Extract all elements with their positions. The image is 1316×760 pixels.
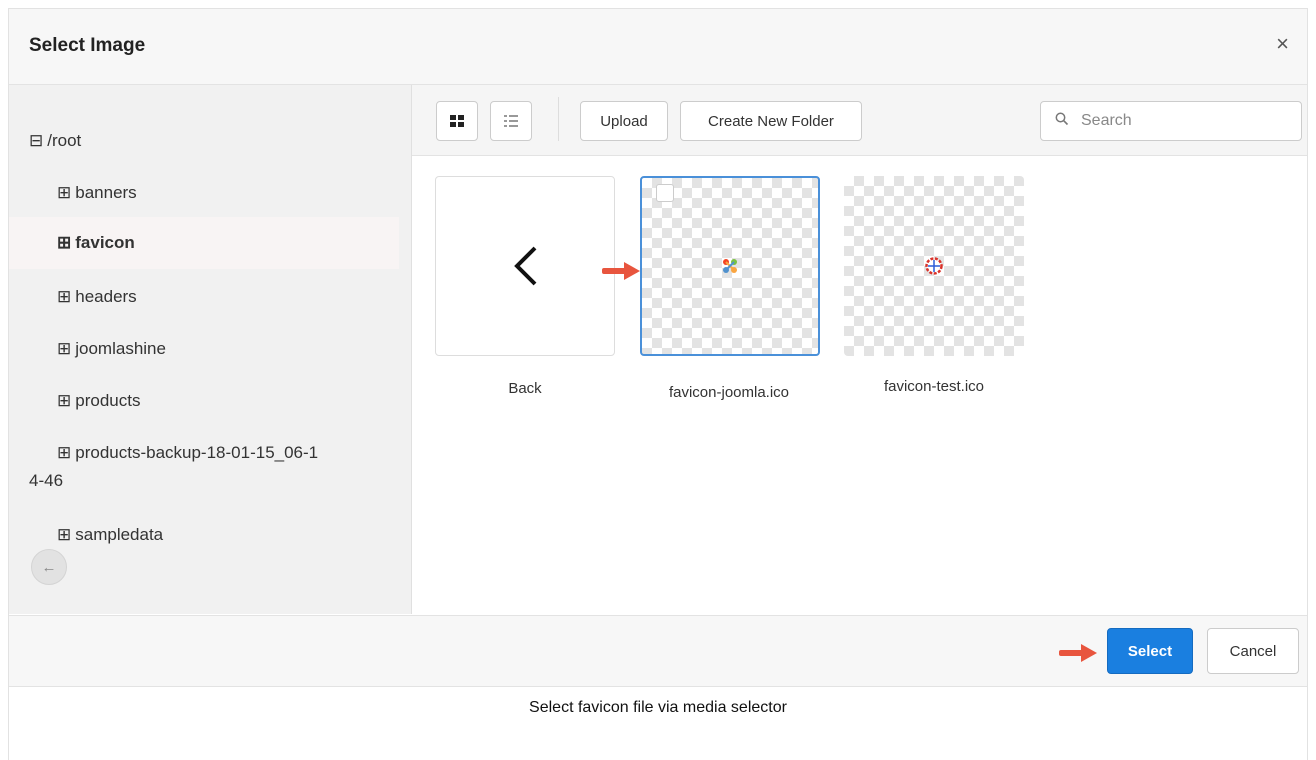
back-tile[interactable] xyxy=(435,176,615,356)
tree-folder-label: sampledata xyxy=(75,525,164,544)
select-button[interactable]: Select xyxy=(1107,628,1193,674)
file-grid: Back favicon-joomla.ico favicon-test.ico xyxy=(412,156,1307,614)
annotation-arrow-icon xyxy=(1059,644,1097,662)
tree-root[interactable]: ⊟ /root xyxy=(29,131,81,151)
file-tile-favicon-joomla[interactable] xyxy=(640,176,820,356)
create-folder-button[interactable]: Create New Folder xyxy=(680,101,862,141)
tree-folder-label: banners xyxy=(75,183,137,202)
test-favicon-thumbnail xyxy=(925,257,943,275)
tree-folder-headers[interactable]: ⊞ headers xyxy=(57,287,137,307)
search-icon xyxy=(1055,112,1069,130)
list-view-icon xyxy=(504,115,518,127)
joomla-favicon-thumbnail xyxy=(723,259,737,273)
expand-icon: ⊞ xyxy=(57,339,72,358)
tree-back-button[interactable]: ← xyxy=(31,549,67,585)
chevron-left-icon xyxy=(514,246,537,286)
tree-folder-sampledata[interactable]: ⊞ sampledata xyxy=(57,525,163,545)
arrow-left-icon: ← xyxy=(41,558,57,576)
tree-folder-label: favicon xyxy=(75,233,135,252)
grid-view-icon xyxy=(450,115,464,127)
file-name: favicon-joomla.ico xyxy=(668,384,790,401)
annotation-arrow-icon xyxy=(602,262,640,280)
tree-root-label: /root xyxy=(47,131,82,150)
select-image-dialog: Select Image × ⊟ /root ⊞ banners ⊞ favic… xyxy=(8,8,1308,760)
search-placeholder: Search xyxy=(1081,112,1132,129)
close-button[interactable]: × xyxy=(1276,33,1289,55)
caption: Select favicon file via media selector xyxy=(529,699,787,716)
tree-folder-label: joomlashine xyxy=(75,339,166,358)
tree-folder-label-continued: 4-46 xyxy=(29,471,64,490)
file-checkbox[interactable] xyxy=(656,184,674,202)
tree-folder-banners[interactable]: ⊞ banners xyxy=(57,183,137,203)
tree-folder-products[interactable]: ⊞ products xyxy=(57,391,140,411)
back-tile-label: Back xyxy=(508,380,542,397)
toolbar-divider xyxy=(558,97,559,141)
expand-icon: ⊞ xyxy=(57,183,72,202)
expand-icon: ⊞ xyxy=(57,443,72,462)
tree-folder-label: headers xyxy=(75,287,137,306)
search-input[interactable]: Search xyxy=(1040,101,1302,141)
file-tile-favicon-test[interactable] xyxy=(844,176,1024,356)
list-view-button[interactable] xyxy=(490,101,532,141)
grid-view-button[interactable] xyxy=(436,101,478,141)
expand-icon: ⊞ xyxy=(57,233,72,252)
expand-icon: ⊞ xyxy=(57,525,72,544)
file-name: favicon-test.ico xyxy=(883,378,985,395)
cancel-button[interactable]: Cancel xyxy=(1207,628,1299,674)
tree-folder-favicon[interactable]: ⊞ favicon xyxy=(9,217,399,269)
tree-folder-label: products xyxy=(75,391,141,410)
dialog-title: Select Image xyxy=(29,35,146,56)
media-toolbar: Upload Create New Folder Search xyxy=(412,85,1307,156)
tree-folder-products-backup[interactable]: ⊞ products-backup-18-01-15_06-1 xyxy=(57,443,318,463)
dialog-footer: Select Cancel xyxy=(9,615,1307,687)
collapse-icon: ⊟ xyxy=(29,131,44,150)
tree-folder-joomlashine[interactable]: ⊞ joomlashine xyxy=(57,339,166,359)
upload-button[interactable]: Upload xyxy=(580,101,668,141)
tree-folder-label: products-backup-18-01-15_06-1 xyxy=(75,443,319,462)
folder-tree: ⊟ /root ⊞ banners ⊞ favicon ⊞ headers ⊞ … xyxy=(9,85,412,614)
expand-icon: ⊞ xyxy=(57,287,72,306)
dialog-header: Select Image × xyxy=(9,9,1307,85)
expand-icon: ⊞ xyxy=(57,391,72,410)
